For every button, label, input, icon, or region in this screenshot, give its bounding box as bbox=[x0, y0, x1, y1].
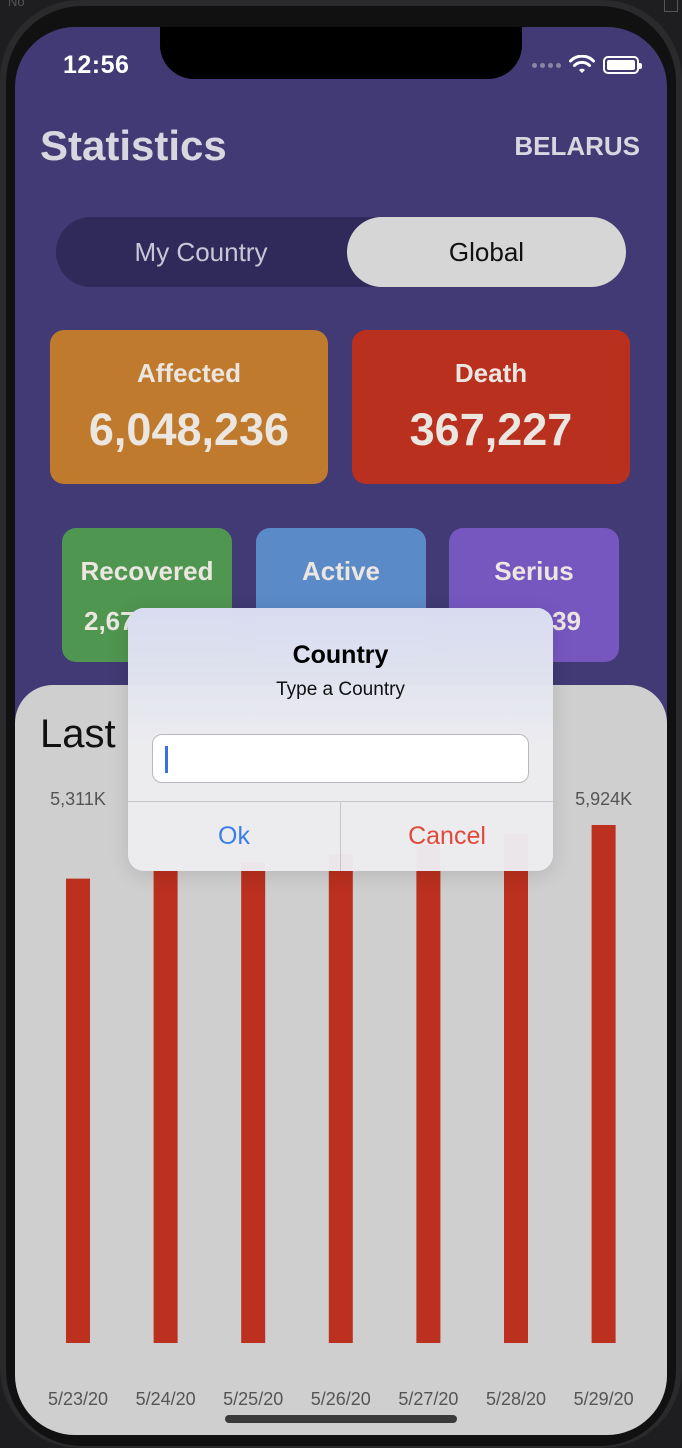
segment-my-country[interactable]: My Country bbox=[56, 217, 346, 287]
chart-x-tick-label: 5/28/20 bbox=[486, 1389, 546, 1409]
notch bbox=[160, 27, 522, 79]
recovered-label: Recovered bbox=[80, 556, 214, 586]
home-indicator[interactable] bbox=[225, 1415, 457, 1423]
app-screen: 12:56 Statistics BELARUS My Country Glob… bbox=[15, 27, 667, 1435]
cancel-button[interactable]: Cancel bbox=[341, 802, 553, 871]
country-input[interactable] bbox=[152, 734, 529, 783]
alert-header-gradient bbox=[128, 608, 553, 748]
corner-label: No bbox=[8, 0, 25, 9]
chart-x-tick-label: 5/25/20 bbox=[223, 1389, 283, 1409]
alert-message: Type a Country bbox=[276, 679, 405, 700]
text-caret bbox=[165, 746, 168, 773]
chart-x-tick-label: 5/29/20 bbox=[574, 1389, 634, 1409]
chart-x-tick-label: 5/26/20 bbox=[311, 1389, 371, 1409]
alert-title: Country bbox=[292, 641, 389, 669]
country-button[interactable]: BELARUS bbox=[514, 131, 640, 162]
country-alert-dialog: Country Type a Country Ok Cancel bbox=[128, 608, 553, 871]
chart-bar-1 bbox=[66, 878, 90, 1343]
battery-icon bbox=[603, 56, 642, 74]
chart-x-tick-label: 5/24/20 bbox=[136, 1389, 196, 1409]
death-label: Death bbox=[454, 358, 528, 388]
chart-x-tick-label: 5/23/20 bbox=[48, 1389, 108, 1409]
ok-button[interactable]: Ok bbox=[128, 802, 340, 871]
death-value: 367,227 bbox=[409, 404, 573, 455]
status-time: 12:56 bbox=[63, 51, 130, 79]
chart-value-label: 5,924K bbox=[575, 789, 632, 809]
chart-bar-6 bbox=[504, 834, 528, 1343]
active-label: Active bbox=[301, 556, 381, 586]
chart-bar-2 bbox=[153, 870, 178, 1343]
chart-bar-4 bbox=[328, 854, 353, 1343]
serius-label: Serius bbox=[494, 556, 574, 586]
affected-card: Affected 6,048,236 bbox=[50, 330, 328, 484]
death-card: Death 367,227 bbox=[352, 330, 630, 484]
affected-label: Affected bbox=[136, 358, 241, 388]
page-title: Statistics bbox=[40, 122, 227, 169]
chart-bar-7 bbox=[591, 825, 616, 1343]
corner-box bbox=[664, 0, 678, 12]
wifi-icon bbox=[569, 55, 595, 73]
scope-segmented-control: My Country Global bbox=[56, 217, 626, 287]
affected-value: 6,048,236 bbox=[88, 404, 290, 455]
chart-bar-3 bbox=[241, 862, 266, 1343]
segment-global[interactable]: Global bbox=[347, 217, 626, 287]
chart-x-tick-label: 5/27/20 bbox=[398, 1389, 458, 1409]
chart-bar-5 bbox=[416, 844, 441, 1343]
status-icons bbox=[532, 55, 642, 75]
cellular-signal-icon bbox=[532, 62, 561, 68]
chart-value-label: 5,311K bbox=[50, 789, 106, 809]
